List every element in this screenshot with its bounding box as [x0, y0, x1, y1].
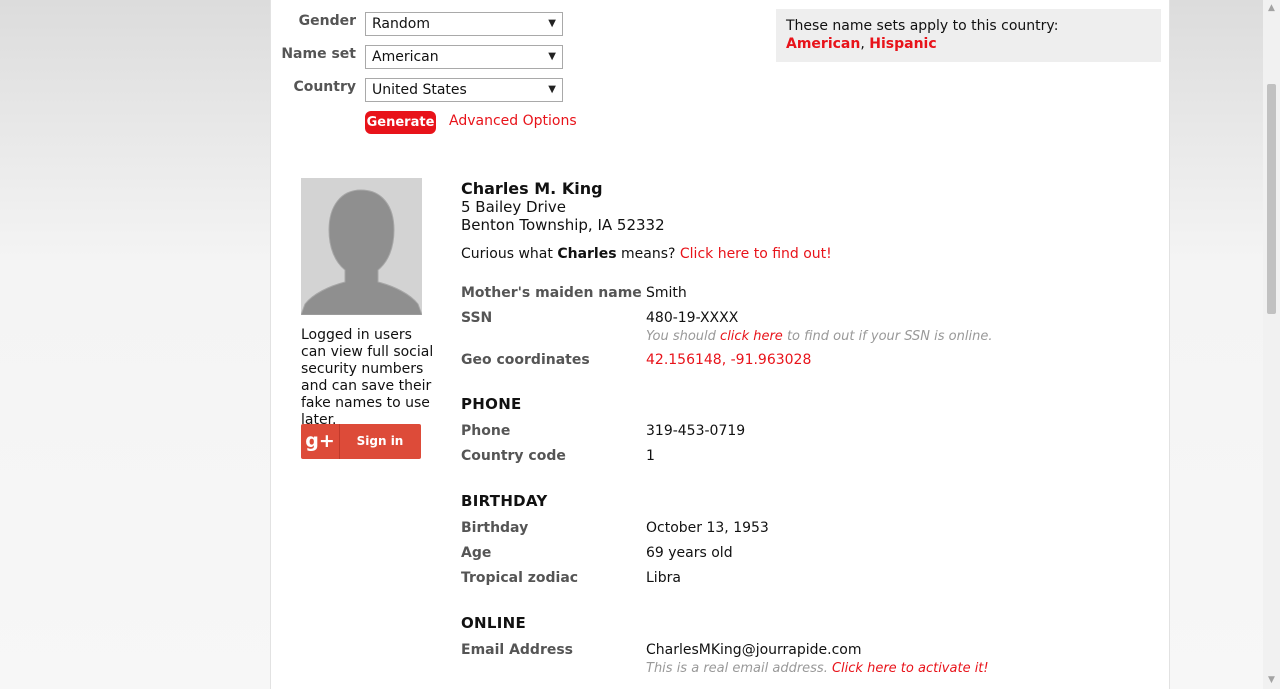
vertical-scrollbar[interactable]: ▲ ▼ [1263, 0, 1280, 689]
country-code-value: 1 [646, 448, 655, 464]
chevron-down-icon: ▼ [548, 18, 556, 29]
age-value: 69 years old [646, 545, 733, 561]
main-content: Gender Random ▼ Name set American ▼ Coun… [270, 0, 1170, 689]
email-label: Email Address [461, 642, 574, 658]
zodiac-value: Libra [646, 570, 681, 586]
nameset-link-american[interactable]: American [786, 36, 860, 52]
email-activate-link[interactable]: Click here to activate it! [832, 661, 989, 676]
address-line-1: 5 Bailey Drive [461, 198, 566, 216]
geo-coordinates-link[interactable]: 42.156148, -91.963028 [646, 352, 811, 368]
nameset-info-text: These name sets apply to this country: [786, 18, 1059, 34]
ssn-note: You should click here to find out if you… [646, 329, 992, 344]
email-note-prefix: This is a real email address. [646, 661, 832, 676]
zodiac-label: Tropical zodiac [461, 570, 579, 586]
scroll-down-icon[interactable]: ▼ [1263, 672, 1280, 689]
name-meaning-link[interactable]: Click here to find out! [680, 246, 832, 262]
chevron-down-icon: ▼ [548, 51, 556, 62]
country-label: Country [293, 79, 356, 95]
phone-value: 319-453-0719 [646, 423, 746, 439]
scrollbar-thumb[interactable] [1267, 84, 1276, 314]
birthday-value: October 13, 1953 [646, 520, 769, 536]
phone-heading: PHONE [461, 395, 522, 413]
curious-suffix: means? [616, 246, 680, 262]
signin-label: Sign in [356, 434, 404, 448]
ssn-check-link[interactable]: click here [720, 329, 783, 344]
login-info-text: Logged in users can view full social sec… [301, 327, 434, 428]
name-meaning-prompt: Curious what Charles means? Click here t… [461, 246, 832, 262]
ssn-label: SSN [461, 310, 493, 326]
geo-label: Geo coordinates [461, 352, 590, 368]
first-name: Charles [557, 246, 617, 262]
maiden-name-value: Smith [646, 285, 687, 301]
gender-label: Gender [298, 13, 356, 29]
ssn-value: 480-19-XXXX [646, 310, 739, 326]
email-note: This is a real email address. Click here… [646, 661, 989, 676]
generate-button[interactable]: Generate [365, 111, 436, 134]
scroll-up-icon[interactable]: ▲ [1263, 0, 1280, 17]
phone-label: Phone [461, 423, 511, 439]
curious-prefix: Curious what [461, 246, 558, 262]
google-plus-icon: g+ [301, 424, 340, 459]
email-value: CharlesMKing@jourrapide.com [646, 642, 862, 658]
online-heading: ONLINE [461, 614, 527, 632]
country-code-label: Country code [461, 448, 566, 464]
maiden-name-label: Mother's maiden name [461, 285, 642, 301]
nameset-label: Name set [281, 46, 356, 62]
country-select[interactable]: United States ▼ [365, 78, 563, 102]
gender-value: Random [372, 16, 430, 32]
ssn-note-prefix: You should [646, 329, 721, 344]
chevron-down-icon: ▼ [548, 84, 556, 95]
birthday-heading: BIRTHDAY [461, 492, 548, 510]
nameset-links: American, Hispanic [786, 36, 1151, 52]
ssn-note-suffix: to find out if your SSN is online. [782, 329, 993, 344]
nameset-select[interactable]: American ▼ [365, 45, 563, 69]
birthday-label: Birthday [461, 520, 529, 536]
nameset-link-hispanic[interactable]: Hispanic [869, 36, 936, 52]
age-label: Age [461, 545, 492, 561]
country-value: United States [372, 82, 467, 98]
nameset-separator: , [860, 36, 870, 52]
nameset-value: American [372, 49, 439, 65]
address-line-2: Benton Township, IA 52332 [461, 216, 665, 234]
person-silhouette-icon [301, 178, 422, 315]
gender-select[interactable]: Random ▼ [365, 12, 563, 36]
person-name: Charles M. King [461, 179, 603, 198]
nameset-info-box: These name sets apply to this country: A… [776, 9, 1161, 62]
advanced-options-link[interactable]: Advanced Options [449, 113, 577, 129]
google-signin-button[interactable]: g+ Sign in [301, 424, 421, 459]
